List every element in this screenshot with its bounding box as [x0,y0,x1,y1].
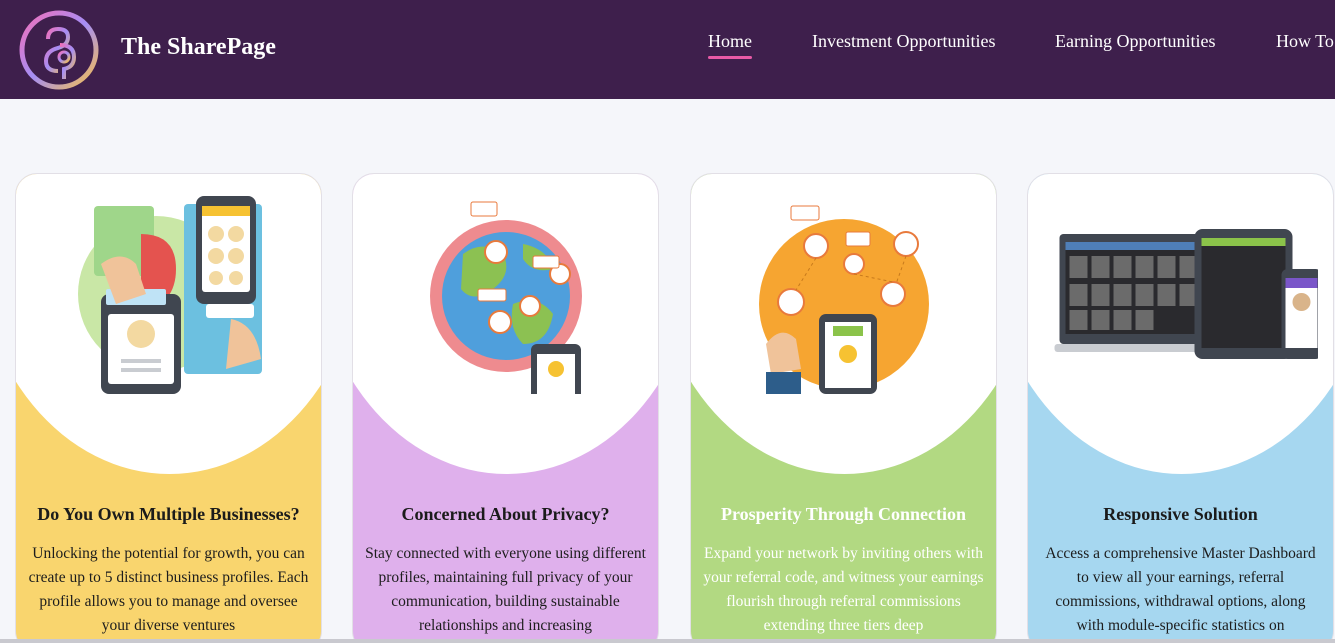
nav-home[interactable]: Home [708,31,752,59]
feature-card-responsive: Responsive Solution Access a comprehensi… [1027,173,1334,643]
card-title: Prosperity Through Connection [720,504,967,524]
card-title: Responsive Solution [1103,504,1258,524]
nav-investment-opportunities[interactable]: Investment Opportunities [812,31,995,52]
feature-card-prosperity: Prosperity Through Connection Expand you… [690,173,997,643]
feature-card-multiple-businesses: Do You Own Multiple Businesses? Unlockin… [15,173,322,643]
globe-network-icon [430,201,582,394]
card-description: Stay connected with everyone using diffe… [365,545,646,634]
card-title: Concerned About Privacy? [401,504,610,524]
card-description: Access a comprehensive Master Dashboard … [1045,545,1316,634]
bottom-scroll-edge [0,639,1335,643]
referral-network-icon [759,205,929,394]
main-nav: Home Investment Opportunities Earning Op… [0,31,1335,61]
nav-earning-opportunities[interactable]: Earning Opportunities [1055,31,1215,52]
nav-how-to[interactable]: How To [1276,31,1334,52]
card-description: Unlocking the potential for growth, you … [28,545,309,634]
multiple-profiles-phones-icon [78,196,262,394]
card-title: Do You Own Multiple Businesses? [37,504,300,524]
card-description: Expand your network by inviting others w… [703,545,984,634]
feature-card-privacy: Concerned About Privacy? Stay connected … [352,173,659,643]
site-header: The SharePage Home Investment Opportunit… [0,0,1335,99]
responsive-devices-icon [1054,229,1318,359]
